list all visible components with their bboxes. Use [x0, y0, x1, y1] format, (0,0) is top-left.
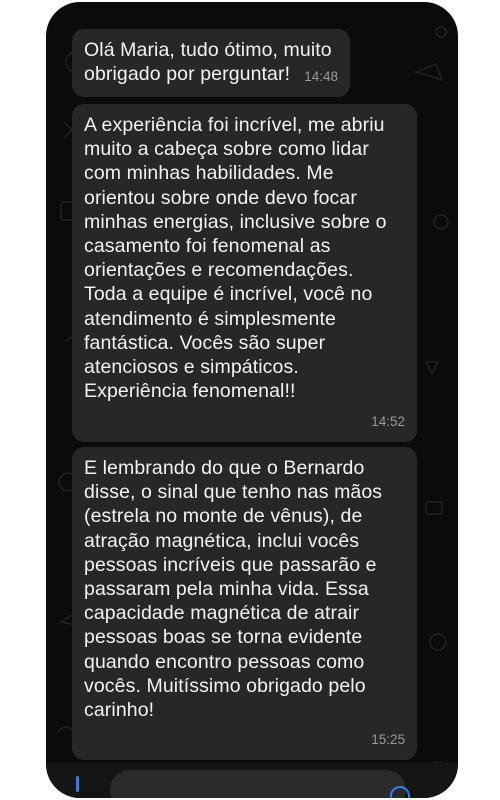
message-bubble[interactable]: A experiência foi incrível, me abriu mui… — [72, 104, 417, 442]
plus-icon[interactable] — [76, 776, 79, 792]
message-text: E lembrando do que o Bernardo disse, o s… — [84, 457, 383, 722]
mic-icon[interactable] — [390, 786, 410, 798]
message-text: Olá Maria, tudo ótimo, muito obrigado po… — [84, 39, 332, 86]
message-text: A experiência foi incrível, me abriu mui… — [84, 114, 387, 403]
message-timestamp: 14:48 — [304, 68, 338, 84]
message-input[interactable] — [110, 770, 406, 798]
composer-bar — [46, 762, 458, 798]
message-bubble[interactable]: Olá Maria, tudo ótimo, muito obrigado po… — [72, 29, 350, 97]
message-list[interactable]: Olá Maria, tudo ótimo, muito obrigado po… — [46, 2, 458, 798]
chat-screen: Olá Maria, tudo ótimo, muito obrigado po… — [46, 2, 458, 798]
message-timestamp: 15:25 — [371, 731, 405, 747]
message-timestamp: 14:52 — [371, 413, 405, 429]
message-bubble[interactable]: E lembrando do que o Bernardo disse, o s… — [72, 447, 417, 760]
